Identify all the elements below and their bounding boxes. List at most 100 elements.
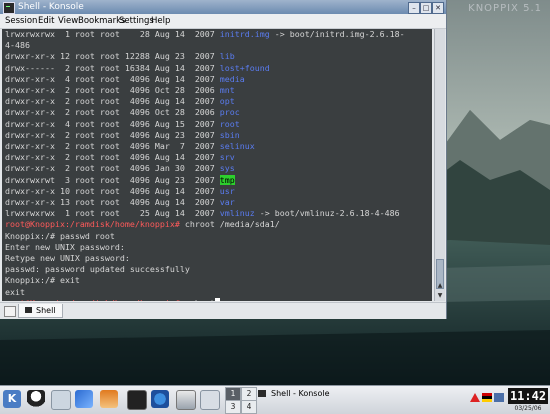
terminal-text: drwxr-xr-x 13 root root 4096 Aug 14 2007 — [5, 197, 220, 207]
terminal-line: drwxr-xr-x 12 root root 12288 Aug 23 200… — [5, 51, 235, 61]
terminal-text: usr — [219, 185, 235, 196]
pager-desktop-1[interactable]: 1 — [225, 387, 241, 401]
terminal-text: drwxr-xr-x 2 root root 4096 Aug 14 2007 — [5, 152, 220, 163]
window-list-icon[interactable] — [51, 390, 71, 410]
tab-shell[interactable]: Shell — [18, 304, 63, 318]
terminal-text: lib — [219, 51, 235, 62]
terminal-text: drwxr-xr-x 10 root root 4096 Aug 14 2007 — [5, 185, 220, 196]
terminal-text: initrd.img — [219, 29, 270, 39]
minimize-button[interactable]: – — [408, 2, 420, 14]
scroll-up-icon[interactable]: ▲ — [435, 281, 445, 290]
menu-view[interactable]: View — [58, 15, 78, 27]
terminal-text: drwxr-xr-x 2 root root 4096 Aug 23 2007 — [5, 129, 220, 140]
penguin-icon[interactable] — [27, 390, 45, 408]
terminal-text: drwxr-xr-x 2 root root 4096 Jan 30 2007 — [5, 163, 220, 174]
terminal-text: media — [219, 73, 245, 84]
terminal-line: 4-486 — [5, 40, 30, 50]
terminal-line: exit — [5, 287, 25, 297]
terminal-text: lrwxrwxrwx 1 root root 25 Aug 14 2007 — [5, 208, 220, 219]
menu-help[interactable]: Help — [151, 15, 170, 27]
task-label: Shell - Konsole — [271, 389, 330, 398]
menu-settings[interactable]: Settings — [119, 15, 154, 27]
terminal-icon[interactable] — [127, 390, 147, 410]
konsole-app-icon[interactable] — [3, 2, 15, 14]
terminal-line: drwxr-xr-x 2 root root 4096 Aug 23 2007 … — [5, 130, 240, 140]
tab-label: Shell — [36, 306, 56, 315]
konsole-window: Shell - Konsole – □ ✕ Session Edit View … — [0, 0, 447, 319]
terminal-text: proc — [219, 107, 240, 118]
terminal-text: var — [219, 197, 235, 207]
terminal-text: lrwxrwxrwx 1 root root 28 Aug 14 2007 — [5, 29, 220, 39]
pager-desktop-3[interactable]: 3 — [225, 400, 241, 414]
clock[interactable]: 11:42 — [508, 388, 548, 404]
terminal-line: drwxr-xr-x 10 root root 4096 Aug 14 2007… — [5, 186, 235, 196]
pager-desktop-4[interactable]: 4 — [241, 400, 257, 414]
terminal-text: vmlinuz — [219, 208, 255, 219]
terminal-text: srv — [219, 152, 235, 163]
terminal-text: 4-486 — [5, 40, 30, 51]
terminal-text: reboot — [180, 298, 215, 301]
close-button[interactable]: ✕ — [432, 2, 444, 14]
keyboard-layout-icon[interactable] — [482, 393, 492, 402]
terminal-icon — [25, 307, 32, 313]
terminal-text: Enter new UNIX password: — [5, 241, 125, 252]
terminal-text: drwxr-xr-x 2 root root 4096 Oct 28 2006 — [5, 85, 220, 95]
terminal-text: root@Knoppix:/ramdisk/home/knoppix# — [5, 219, 180, 230]
terminal-text: drwxrwxrwt 3 root root 4096 Aug 23 2007 — [5, 174, 220, 185]
terminal-text: root@Knoppix:/ramdisk/home/knoppix# — [5, 298, 180, 301]
alert-icon[interactable] — [470, 393, 480, 402]
task-konsole[interactable]: Shell - Konsole — [252, 388, 452, 400]
network-icon[interactable] — [75, 390, 93, 408]
terminal-text: exit — [5, 286, 25, 297]
text-cursor — [214, 297, 220, 301]
menu-bar: Session Edit View Bookmarks Settings Hel… — [0, 14, 446, 29]
terminal-line: Enter new UNIX password: — [5, 242, 125, 252]
terminal-line: drwxr-xr-x 4 root root 4096 Aug 14 2007 … — [5, 74, 245, 84]
terminal-line: drwxr-xr-x 2 root root 4096 Jan 30 2007 … — [5, 163, 235, 173]
konsole-task-icon — [258, 390, 266, 397]
date: 03/25/06 — [514, 405, 542, 412]
browser-icon[interactable] — [151, 390, 169, 408]
terminal-line: Knoppix:/# exit — [5, 275, 80, 285]
terminal-text: lost+found — [219, 62, 270, 73]
terminal-line: drwxr-xr-x 13 root root 4096 Aug 14 2007… — [5, 197, 235, 207]
office-icon[interactable] — [176, 390, 196, 410]
new-session-icon[interactable] — [4, 306, 16, 317]
home-folder-icon[interactable] — [100, 390, 118, 408]
trash-icon[interactable] — [200, 390, 220, 410]
terminal-text: tmp — [219, 174, 235, 185]
terminal-line: drwxr-xr-x 2 root root 4096 Aug 14 2007 … — [5, 152, 235, 162]
terminal-line: drwxr-xr-x 2 root root 4096 Oct 28 2006 … — [5, 85, 235, 95]
terminal-output[interactable]: lrwxrwxrwx 1 root root 28 Aug 14 2007 in… — [2, 29, 432, 301]
scrollbar[interactable]: ▲ ▼ — [434, 29, 445, 301]
terminal-text: Knoppix:/# passwd root — [5, 230, 115, 241]
terminal-text: selinux — [219, 141, 255, 151]
k-menu-icon[interactable]: K — [3, 390, 21, 408]
terminal-line: drwxr-xr-x 4 root root 4096 Aug 15 2007 … — [5, 119, 240, 129]
terminal-text: drwxr-xr-x 2 root root 4096 Oct 28 2006 — [5, 107, 220, 118]
terminal-text: -> boot/vmlinuz-2.6.18-4-486 — [254, 208, 400, 219]
terminal-line: lrwxrwxrwx 1 root root 25 Aug 14 2007 vm… — [5, 208, 400, 218]
terminal-text: passwd: password updated successfully — [5, 264, 190, 275]
terminal-text: opt — [219, 96, 235, 107]
terminal-line: drwx------ 2 root root 16384 Aug 14 2007… — [5, 63, 270, 73]
terminal-line: drwxr-xr-x 2 root root 4096 Oct 28 2006 … — [5, 107, 240, 117]
terminal-text: sbin — [219, 129, 240, 140]
menu-session[interactable]: Session — [5, 15, 37, 27]
session-tab-bar: Shell — [0, 302, 446, 319]
maximize-button[interactable]: □ — [420, 2, 432, 14]
terminal-text: drwx------ 2 root root 16384 Aug 14 2007 — [5, 62, 220, 73]
menu-edit[interactable]: Edit — [38, 15, 54, 27]
terminal-line: Knoppix:/# passwd root — [5, 231, 115, 241]
terminal-line: drwxr-xr-x 2 root root 4096 Aug 14 2007 … — [5, 96, 235, 106]
terminal-text: sys — [219, 163, 235, 174]
terminal-text: Knoppix:/# exit — [5, 275, 80, 286]
terminal-text: root — [219, 118, 240, 129]
watermark: KNOPPIX 5.1 — [468, 3, 542, 14]
volume-icon[interactable] — [494, 393, 504, 402]
terminal-text: drwxr-xr-x 4 root root 4096 Aug 15 2007 — [5, 118, 220, 129]
terminal-text: Retype new UNIX password: — [5, 253, 130, 263]
scroll-down-icon[interactable]: ▼ — [435, 291, 445, 300]
window-titlebar[interactable]: Shell - Konsole – □ ✕ — [0, 0, 446, 14]
terminal-text: -> boot/initrd.img-2.6.18- — [269, 29, 405, 39]
